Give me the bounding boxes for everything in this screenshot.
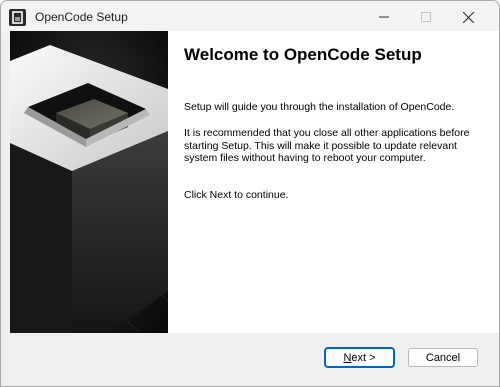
cancel-button-label: Cancel [425,351,461,364]
minimize-button[interactable] [361,1,407,33]
button-bar: Next > Cancel [1,334,499,386]
window-title: OpenCode Setup [35,10,128,24]
minimize-icon [379,16,389,18]
maximize-icon [421,12,431,22]
close-icon [462,11,474,23]
close-button[interactable] [445,1,491,33]
app-icon [9,9,26,26]
next-button-label: Next > [343,351,376,364]
maximize-button[interactable] [403,1,449,33]
continue-text: Click Next to continue. [184,189,289,201]
intro-text: Setup will guide you through the install… [184,101,455,113]
banner-image [10,31,168,333]
recommendation-text: It is recommended that you close all oth… [184,127,470,164]
title-bar[interactable]: OpenCode Setup [1,1,499,33]
cancel-button[interactable]: Cancel [408,348,478,367]
next-button[interactable]: Next > [324,347,395,368]
wizard-content: Welcome to OpenCode Setup Setup will gui… [10,31,499,333]
welcome-heading: Welcome to OpenCode Setup [184,45,422,64]
setup-window: OpenCode Setup Welcome to OpenCode Setup… [0,0,500,387]
